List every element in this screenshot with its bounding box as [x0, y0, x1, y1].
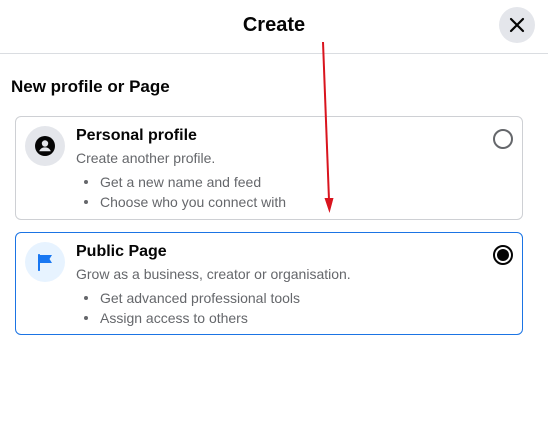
option-title: Public Page	[76, 243, 167, 260]
option-subtitle: Create another profile.	[76, 150, 216, 166]
option-subtitle: Grow as a business, creator or organisat…	[76, 266, 351, 282]
option-personal-profile[interactable]: Personal profile Create another profile.…	[15, 116, 523, 220]
bullet-item: Get advanced professional tools	[82, 288, 300, 308]
dialog-title: Create	[242, 14, 306, 36]
flag-icon-wrap	[25, 242, 65, 282]
flag-icon	[38, 254, 52, 271]
profile-icon-wrap	[25, 126, 65, 166]
section-title: New profile or Page	[11, 77, 170, 96]
bullet-item: Choose who you connect with	[82, 192, 286, 212]
option-title: Personal profile	[76, 127, 197, 144]
option-public-page[interactable]: Public Page Grow as a business, creator …	[15, 232, 523, 335]
bullet-item: Assign access to others	[82, 308, 300, 328]
bullet-item: Get a new name and feed	[82, 172, 286, 192]
radio-public-page[interactable]	[493, 245, 513, 265]
option-bullets: Get advanced professional tools Assign a…	[82, 288, 300, 328]
option-bullets: Get a new name and feed Choose who you c…	[82, 172, 286, 212]
profile-icon	[35, 136, 55, 156]
close-icon	[509, 17, 525, 33]
create-dialog: Create New profile or Page Personal prof…	[0, 0, 548, 436]
close-button[interactable]	[499, 7, 535, 43]
dialog-header: Create	[0, 0, 548, 54]
radio-personal-profile[interactable]	[493, 129, 513, 149]
